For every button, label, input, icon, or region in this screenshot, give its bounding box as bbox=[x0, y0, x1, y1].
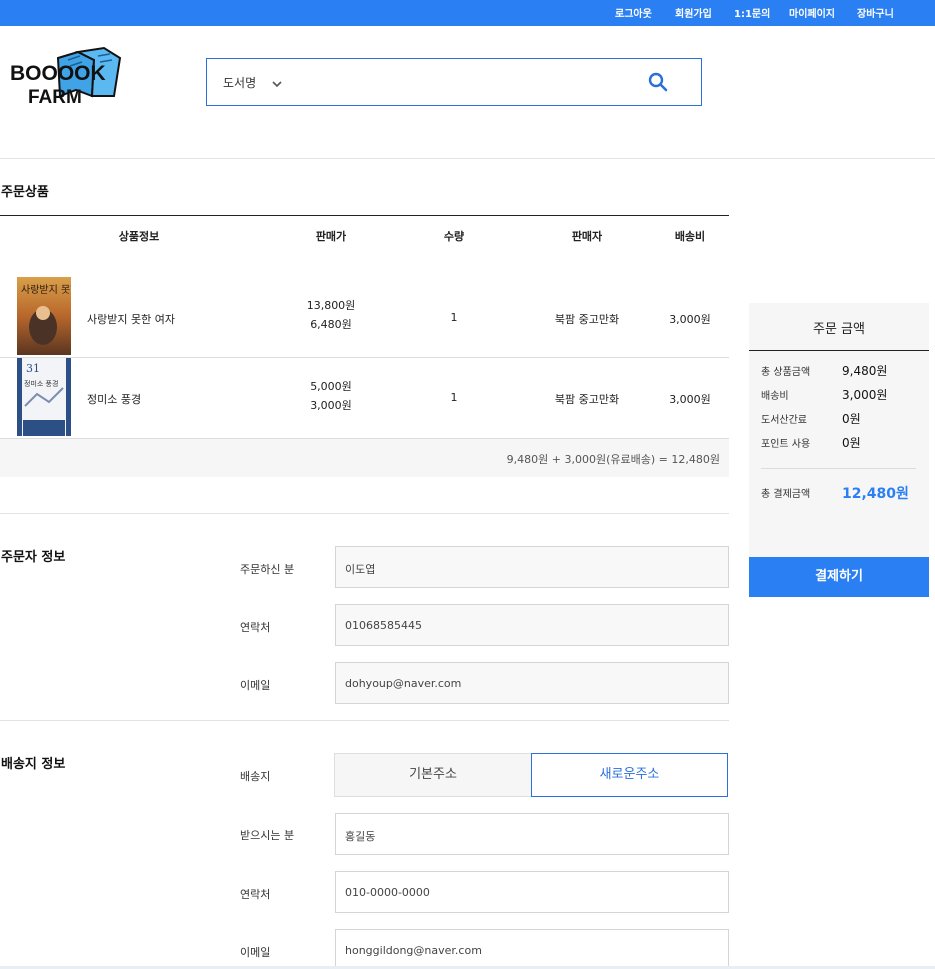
book-cover-title: 사랑받지 못한 여자 bbox=[21, 284, 71, 296]
sale-price: 3,000원 bbox=[310, 399, 352, 412]
orderer-email-value: dohyoup@naver.com bbox=[345, 677, 462, 690]
col-header-qty: 수량 bbox=[443, 230, 465, 243]
header-divider bbox=[0, 158, 935, 159]
mypage-link[interactable]: 마이페이지 bbox=[789, 5, 835, 20]
receiver-email-input[interactable]: honggildong@naver.com bbox=[335, 929, 729, 969]
list-price: 5,000원 bbox=[310, 380, 352, 393]
summary-divider bbox=[749, 350, 929, 351]
signup-link[interactable]: 회원가입 bbox=[675, 5, 712, 20]
summary-shipping-value: 3,000원 bbox=[842, 388, 888, 402]
pay-button[interactable]: 결제하기 bbox=[749, 557, 929, 597]
summary-island-label: 도서산간료 bbox=[761, 415, 807, 426]
table-header-line bbox=[0, 215, 729, 216]
search-bar[interactable]: 도서명 bbox=[206, 58, 702, 106]
book-cover-image[interactable]: 31 정미소 풍경 bbox=[17, 358, 71, 436]
col-header-shipping: 배송비 bbox=[674, 230, 706, 243]
section-divider bbox=[0, 513, 729, 514]
summary-points-label: 포인트 사용 bbox=[761, 439, 811, 450]
address-type-label: 배송지 bbox=[240, 770, 271, 783]
seller-name: 북팜 중고만화 bbox=[554, 393, 620, 406]
summary-shipping-label: 배송비 bbox=[761, 391, 789, 402]
receiver-phone-input[interactable]: 010-0000-0000 bbox=[335, 871, 729, 913]
chevron-down-icon[interactable] bbox=[271, 75, 283, 94]
orderer-info-title: 주문자 정보 bbox=[1, 550, 66, 565]
search-category-select[interactable]: 도서명 bbox=[223, 74, 256, 91]
receiver-name-label: 받으시는 분 bbox=[240, 829, 295, 842]
svg-text:31: 31 bbox=[26, 362, 40, 375]
book-cover-image[interactable]: 사랑받지 못한 여자 bbox=[17, 277, 101, 355]
quantity: 1 bbox=[450, 391, 458, 404]
sale-price: 6,480원 bbox=[310, 318, 352, 331]
receiver-name-value: 홍길동 bbox=[345, 830, 376, 843]
book-cover-title: 정미소 풍경 bbox=[24, 379, 58, 388]
tab-default-address[interactable]: 기본주소 bbox=[334, 753, 532, 797]
shipping-fee: 3,000원 bbox=[669, 393, 711, 406]
summary-total-value: 12,480원 bbox=[842, 486, 909, 502]
summary-divider bbox=[761, 468, 916, 469]
tab-new-address[interactable]: 새로운주소 bbox=[531, 753, 728, 797]
site-logo[interactable]: BOOOOK FARM bbox=[8, 46, 126, 108]
list-price: 13,800원 bbox=[306, 299, 356, 312]
receiver-name-input[interactable]: 홍길동 bbox=[335, 813, 729, 855]
summary-items-value: 9,480원 bbox=[842, 364, 888, 378]
summary-island-value: 0원 bbox=[842, 412, 861, 426]
order-items-title: 주문상품 bbox=[1, 185, 49, 200]
logo-line1: BOOOOK bbox=[10, 62, 106, 85]
section-divider bbox=[0, 720, 729, 721]
summary-items-label: 총 상품금액 bbox=[761, 367, 811, 378]
orderer-name-value: 이도엽 bbox=[345, 563, 376, 576]
orderer-name-label: 주문하신 분 bbox=[240, 563, 295, 576]
summary-points-value: 0원 bbox=[842, 436, 861, 450]
inquiry-link[interactable]: 1:1문의 bbox=[734, 5, 770, 20]
orderer-phone-field[interactable]: 01068585445 bbox=[335, 604, 729, 646]
orderer-email-label: 이메일 bbox=[240, 679, 271, 692]
search-icon[interactable] bbox=[647, 71, 669, 97]
order-total-row: 9,480원 + 3,000원(유료배송) = 12,480원 bbox=[0, 439, 729, 477]
quantity: 1 bbox=[450, 311, 458, 324]
orderer-name-field[interactable]: 이도엽 bbox=[335, 546, 729, 588]
shipping-fee: 3,000원 bbox=[669, 313, 711, 326]
seller-name: 북팜 중고만화 bbox=[554, 313, 620, 326]
receiver-phone-value: 010-0000-0000 bbox=[345, 886, 430, 899]
col-header-seller: 판매자 bbox=[571, 230, 603, 243]
col-header-price: 판매가 bbox=[315, 230, 347, 243]
logo-line2: FARM bbox=[28, 87, 82, 108]
top-nav-bar: 로그아웃 회원가입 1:1문의 마이페이지 장바구니 bbox=[0, 0, 935, 26]
orderer-phone-label: 연락처 bbox=[240, 621, 271, 634]
col-header-info: 상품정보 bbox=[118, 230, 160, 243]
order-summary-panel: 주문 금액 총 상품금액 9,480원 배송비 3,000원 도서산간료 0원 … bbox=[749, 303, 929, 557]
receiver-phone-label: 연락처 bbox=[240, 888, 271, 901]
product-title[interactable]: 정미소 풍경 bbox=[87, 391, 141, 407]
order-total-text: 9,480원 + 3,000원(유료배송) = 12,480원 bbox=[506, 453, 720, 466]
receiver-email-value: honggildong@naver.com bbox=[345, 944, 482, 957]
delivery-info-title: 배송지 정보 bbox=[1, 757, 66, 772]
receiver-email-label: 이메일 bbox=[240, 946, 271, 959]
orderer-phone-value: 01068585445 bbox=[345, 619, 422, 632]
cart-link[interactable]: 장바구니 bbox=[857, 5, 894, 20]
orderer-email-field[interactable]: dohyoup@naver.com bbox=[335, 662, 729, 704]
product-title[interactable]: 사랑받지 못한 여자 bbox=[87, 311, 175, 327]
logout-link[interactable]: 로그아웃 bbox=[615, 5, 652, 20]
order-summary-title: 주문 금액 bbox=[813, 322, 865, 337]
summary-total-label: 총 결제금액 bbox=[761, 489, 811, 500]
row-divider bbox=[0, 357, 729, 358]
